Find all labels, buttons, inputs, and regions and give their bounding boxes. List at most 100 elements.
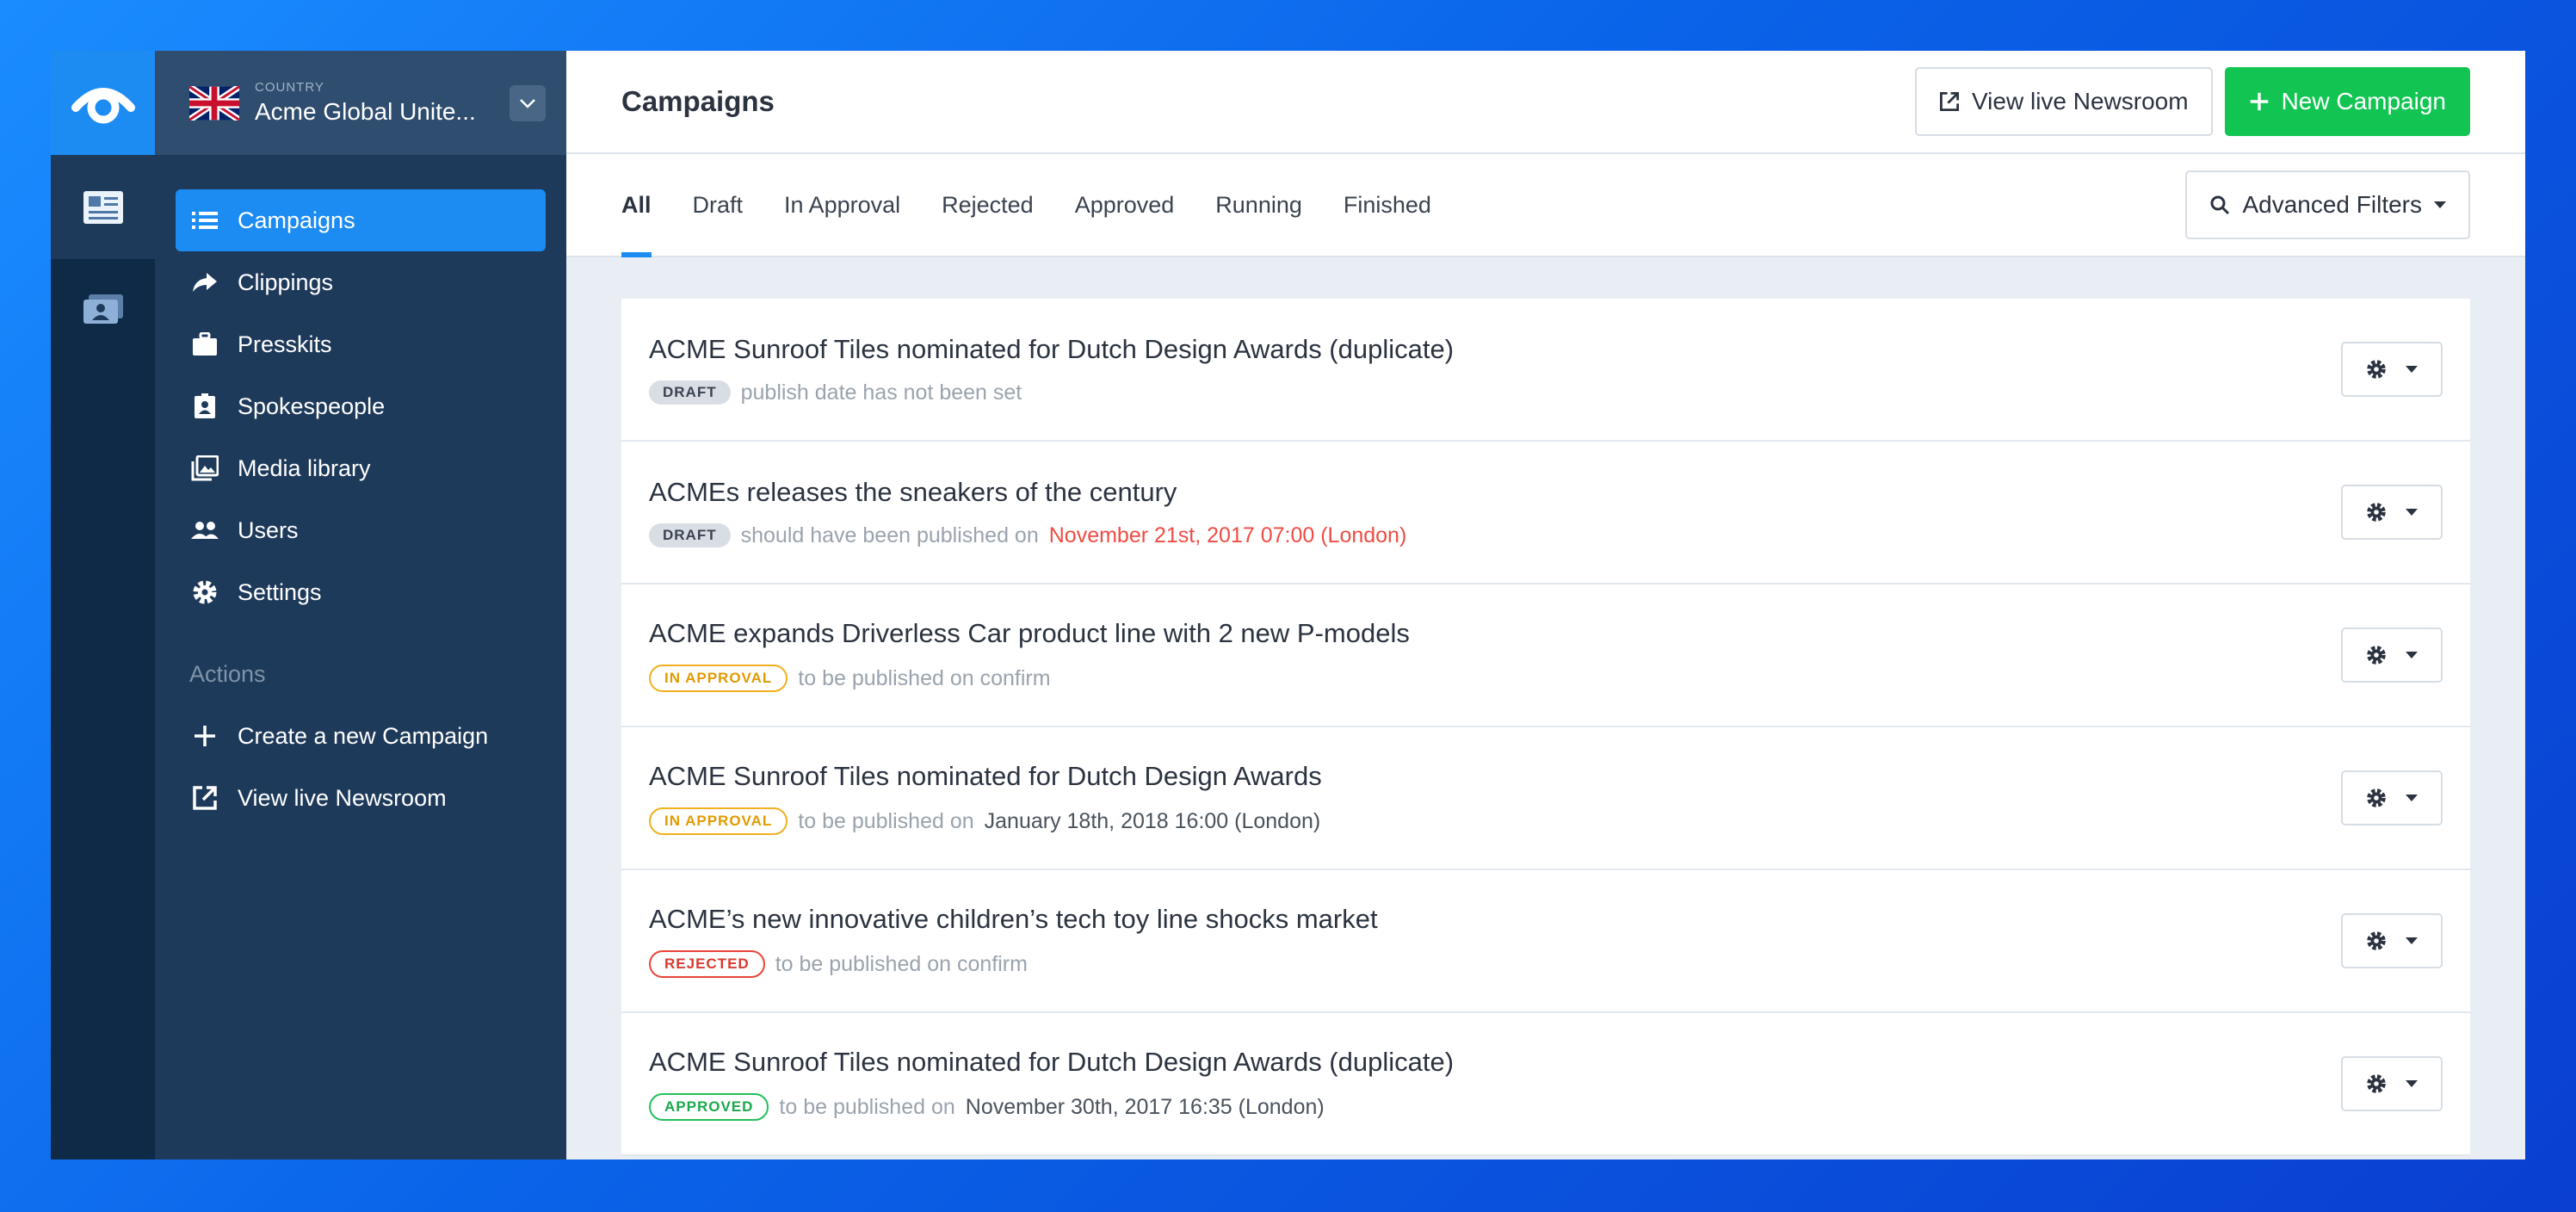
campaign-row[interactable]: ACME expands Driverless Car product line… bbox=[621, 584, 2470, 727]
campaign-meta: IN APPROVAL to be published on confirm bbox=[649, 665, 2341, 692]
campaign-meta: DRAFT publish date has not been set bbox=[649, 380, 2341, 405]
country-selector[interactable]: COUNTRY Acme Global Unite... bbox=[155, 51, 566, 155]
row-settings-dropdown[interactable] bbox=[2341, 628, 2443, 683]
sidebar-item-spokespeople[interactable]: Spokespeople bbox=[176, 375, 546, 437]
campaign-title[interactable]: ACME’s new innovative children’s tech to… bbox=[649, 904, 2341, 935]
search-icon bbox=[2210, 195, 2230, 215]
gear-icon bbox=[2367, 503, 2386, 522]
sidebar-item-presskits[interactable]: Presskits bbox=[176, 313, 546, 375]
action-create-campaign[interactable]: Create a new Campaign bbox=[176, 705, 546, 767]
campaign-meta: DRAFT should have been published on Nove… bbox=[649, 523, 2341, 548]
campaign-row-body: ACME Sunroof Tiles nominated for Dutch D… bbox=[649, 1047, 2341, 1121]
button-label: New Campaign bbox=[2281, 88, 2446, 114]
page-title: Campaigns bbox=[621, 85, 775, 117]
caret-down-icon bbox=[2406, 1080, 2418, 1087]
gear-icon bbox=[2367, 646, 2386, 665]
status-badge: DRAFT bbox=[649, 380, 731, 405]
row-settings-dropdown[interactable] bbox=[2341, 913, 2443, 968]
status-badge: IN APPROVAL bbox=[649, 807, 788, 835]
sidebar-nav: Campaigns Clippings Presskits Spokespeop… bbox=[155, 155, 566, 623]
sidebar-item-label: Users bbox=[238, 516, 299, 543]
campaign-title[interactable]: ACME expands Driverless Car product line… bbox=[649, 618, 2341, 649]
campaign-list: ACME Sunroof Tiles nominated for Dutch D… bbox=[621, 299, 2470, 1156]
tab-finished[interactable]: Finished bbox=[1344, 154, 1431, 256]
sidebar-item-label: Campaigns bbox=[238, 207, 355, 233]
country-dropdown-button[interactable] bbox=[510, 84, 546, 121]
main-content: Campaigns View live Newsroom New Campaig… bbox=[566, 51, 2525, 1159]
publish-info: to be published on bbox=[779, 1094, 955, 1119]
gear-icon bbox=[2367, 360, 2386, 379]
status-badge: DRAFT bbox=[649, 523, 731, 547]
tab-draft[interactable]: Draft bbox=[693, 154, 744, 256]
gear-icon bbox=[189, 577, 220, 608]
country-text: COUNTRY Acme Global Unite... bbox=[255, 80, 494, 126]
actions-nav: Create a new Campaign View live Newsroom bbox=[155, 705, 566, 829]
button-label: Advanced Filters bbox=[2242, 191, 2422, 218]
sidebar-item-clippings[interactable]: Clippings bbox=[176, 251, 546, 313]
row-settings-dropdown[interactable] bbox=[2341, 342, 2443, 397]
publish-info: to be published on confirm bbox=[798, 665, 1051, 690]
campaign-title[interactable]: ACMEs releases the sneakers of the centu… bbox=[649, 477, 2341, 508]
sidebar-item-campaigns[interactable]: Campaigns bbox=[176, 189, 546, 251]
tab-running[interactable]: Running bbox=[1215, 154, 1302, 256]
rail-item-contacts[interactable] bbox=[51, 259, 155, 360]
new-campaign-button[interactable]: New Campaign bbox=[2224, 67, 2470, 136]
row-settings-dropdown[interactable] bbox=[2341, 770, 2443, 826]
status-badge: IN APPROVAL bbox=[649, 665, 788, 692]
users-icon bbox=[189, 515, 220, 546]
campaign-meta: APPROVED to be published on November 30t… bbox=[649, 1093, 2341, 1121]
tab-all[interactable]: All bbox=[621, 154, 652, 257]
campaign-row[interactable]: ACME Sunroof Tiles nominated for Dutch D… bbox=[621, 1013, 2470, 1156]
action-label: Create a new Campaign bbox=[238, 722, 489, 749]
sidebar: COUNTRY Acme Global Unite... Campaigns C… bbox=[155, 51, 566, 1159]
tabs-bar: All Draft In Approval Rejected Approved … bbox=[566, 154, 2525, 257]
caret-down-icon bbox=[2406, 652, 2418, 659]
campaign-row-body: ACME’s new innovative children’s tech to… bbox=[649, 904, 2341, 978]
sidebar-item-users[interactable]: Users bbox=[176, 499, 546, 561]
action-view-newsroom[interactable]: View live Newsroom bbox=[176, 767, 546, 829]
status-badge: REJECTED bbox=[649, 950, 765, 978]
publish-info: publish date has not been set bbox=[740, 380, 1022, 405]
button-label: View live Newsroom bbox=[1972, 88, 2189, 114]
sidebar-item-label: Presskits bbox=[238, 331, 332, 357]
publish-date: November 21st, 2017 07:00 (London) bbox=[1048, 523, 1407, 547]
contact-card-icon bbox=[83, 294, 123, 324]
tab-rejected[interactable]: Rejected bbox=[942, 154, 1034, 256]
campaign-row-body: ACMEs releases the sneakers of the centu… bbox=[649, 477, 2341, 548]
view-live-newsroom-button[interactable]: View live Newsroom bbox=[1915, 67, 2213, 136]
gear-icon bbox=[2367, 931, 2386, 950]
campaign-row-body: ACME Sunroof Tiles nominated for Dutch D… bbox=[649, 334, 2341, 405]
publish-date: January 18th, 2018 16:00 (London) bbox=[984, 808, 1321, 833]
publish-info: to be published on bbox=[798, 808, 974, 833]
campaign-row[interactable]: ACME’s new innovative children’s tech to… bbox=[621, 870, 2470, 1013]
status-tabs: All Draft In Approval Rejected Approved … bbox=[621, 154, 2185, 257]
campaign-title[interactable]: ACME Sunroof Tiles nominated for Dutch D… bbox=[649, 334, 2341, 365]
campaign-title[interactable]: ACME Sunroof Tiles nominated for Dutch D… bbox=[649, 1047, 2341, 1078]
sidebar-item-label: Clippings bbox=[238, 269, 334, 295]
campaign-row[interactable]: ACME Sunroof Tiles nominated for Dutch D… bbox=[621, 727, 2470, 870]
rail-item-newsroom[interactable] bbox=[51, 155, 155, 259]
caret-down-icon bbox=[2406, 937, 2418, 944]
sidebar-item-settings[interactable]: Settings bbox=[176, 561, 546, 623]
campaign-row[interactable]: ACME Sunroof Tiles nominated for Dutch D… bbox=[621, 299, 2470, 442]
badge-icon bbox=[189, 391, 220, 422]
brand-logo[interactable] bbox=[51, 51, 155, 155]
tab-in-approval[interactable]: In Approval bbox=[784, 154, 900, 256]
briefcase-icon bbox=[189, 329, 220, 360]
campaign-row[interactable]: ACMEs releases the sneakers of the centu… bbox=[621, 442, 2470, 584]
caret-down-icon bbox=[2406, 795, 2418, 801]
tab-approved[interactable]: Approved bbox=[1075, 154, 1175, 256]
newspaper-icon bbox=[83, 190, 123, 224]
campaign-title[interactable]: ACME Sunroof Tiles nominated for Dutch D… bbox=[649, 761, 2341, 792]
action-label: View live Newsroom bbox=[238, 784, 447, 811]
top-bar: Campaigns View live Newsroom New Campaig… bbox=[566, 51, 2525, 154]
campaign-row-body: ACME expands Driverless Car product line… bbox=[649, 618, 2341, 692]
plus-icon bbox=[189, 720, 220, 751]
sidebar-item-label: Settings bbox=[238, 578, 322, 605]
app-window: COUNTRY Acme Global Unite... Campaigns C… bbox=[51, 51, 2525, 1159]
sidebar-item-media-library[interactable]: Media library bbox=[176, 437, 546, 499]
advanced-filters-button[interactable]: Advanced Filters bbox=[2185, 170, 2470, 239]
row-settings-dropdown[interactable] bbox=[2341, 1056, 2443, 1111]
sidebar-item-label: Spokespeople bbox=[238, 393, 386, 419]
row-settings-dropdown[interactable] bbox=[2341, 485, 2443, 540]
